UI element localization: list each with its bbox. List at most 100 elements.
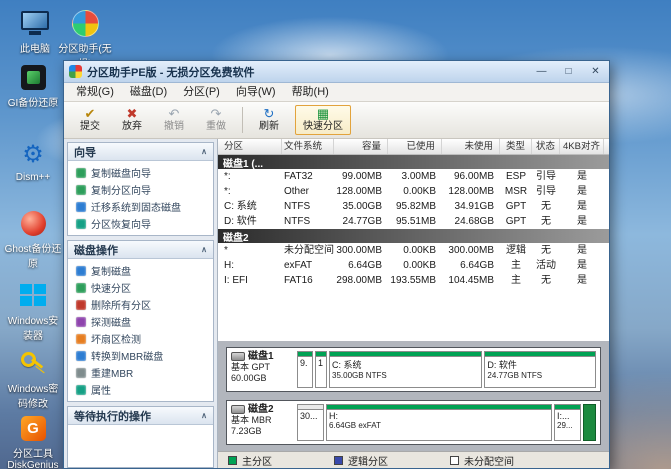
desktop-icon-ghost-backup[interactable]: Ghost备份还原 bbox=[4, 208, 62, 270]
item-icon bbox=[76, 201, 86, 212]
sidebar-item[interactable]: 坏扇区检测 bbox=[70, 330, 211, 347]
disk-kind: 基本 MBR bbox=[231, 415, 272, 425]
toolbar-button-label: 提交 bbox=[80, 121, 100, 132]
disk1-panel[interactable]: 磁盘1 基本 GPT 60.00GB 9. 1 C: 系统 35.00GB NT… bbox=[226, 347, 601, 392]
minimize-button[interactable]: — bbox=[528, 61, 555, 82]
table-row[interactable]: D: 软件 NTFS 24.77GB 95.51MB 24.68GB GPT 无… bbox=[218, 214, 609, 229]
hard-drive-icon bbox=[231, 352, 245, 361]
windows-logo-icon bbox=[18, 280, 48, 310]
desktop-icon-windows-installer[interactable]: Windows安装器 bbox=[4, 280, 62, 342]
table-row[interactable]: C: 系统 NTFS 35.00GB 95.82MB 34.91GB GPT 无… bbox=[218, 199, 609, 214]
item-icon bbox=[76, 167, 86, 178]
desktop-icon-label: Ghost备份还原 bbox=[4, 244, 62, 270]
partition-block[interactable]: 30... bbox=[297, 404, 324, 441]
menu-item[interactable]: 帮助(H) bbox=[284, 83, 337, 102]
diskgenius-icon: G bbox=[18, 413, 48, 443]
partition-block[interactable]: I:... 29... bbox=[554, 404, 581, 441]
table-row[interactable]: *: FAT32 99.00MB 3.00MB 96.00MB ESP 引导 是 bbox=[218, 169, 609, 184]
sidebar-section-pending: 等待执行的操作 ∧ bbox=[67, 406, 214, 468]
toolbar-separator bbox=[242, 107, 243, 133]
menu-item[interactable]: 常规(G) bbox=[68, 83, 122, 102]
disk-map: 磁盘1 基本 GPT 60.00GB 9. 1 C: 系统 35.00GB NT… bbox=[218, 341, 609, 451]
column-header[interactable]: 4KB对齐 bbox=[560, 139, 604, 154]
sidebar-item[interactable]: 复制磁盘 bbox=[70, 262, 211, 279]
refresh-button[interactable]: ↻ 刷新 bbox=[249, 107, 289, 133]
menu-item[interactable]: 向导(W) bbox=[228, 83, 284, 102]
backup-restore-icon bbox=[18, 62, 48, 92]
disk-name: 磁盘1 bbox=[248, 351, 274, 362]
legend-label: 未分配空间 bbox=[464, 456, 514, 468]
legend-swatch bbox=[228, 455, 237, 465]
desktop-icon-gi-backup[interactable]: GI备份还原 bbox=[4, 62, 62, 109]
item-icon bbox=[76, 265, 86, 276]
section-header-disk-ops[interactable]: 磁盘操作 ∧ bbox=[68, 241, 213, 259]
sidebar-section-disk-ops: 磁盘操作 ∧ 复制磁盘 快速分区 删除所有分区 探测磁盘 坏扇区检测 转换到MB… bbox=[67, 240, 214, 402]
table-row[interactable]: I: EFI FAT16 298.00MB 193.55MB 104.45MB … bbox=[218, 273, 609, 288]
partition-block[interactable]: D: 软件 24.77GB NTFS bbox=[484, 351, 596, 388]
sidebar-item[interactable]: 属性 bbox=[70, 381, 211, 398]
ghost-sphere-icon bbox=[18, 208, 48, 238]
item-icon bbox=[76, 316, 86, 327]
disk-group-row-2[interactable]: 磁盘2 bbox=[218, 229, 609, 244]
item-icon bbox=[76, 367, 86, 378]
partition-block[interactable]: 9. bbox=[297, 351, 313, 388]
app-window: 分区助手PE版 - 无损分区免费软件 — □ ✕ 常规(G) 磁盘(D) 分区(P)… bbox=[63, 60, 610, 469]
toolbar-button[interactable]: ✔ 提交 bbox=[70, 107, 110, 133]
close-button[interactable]: ✕ bbox=[582, 61, 609, 82]
disk2-panel[interactable]: 磁盘2 基本 MBR 7.23GB 30... H: 6.64GB exFAT … bbox=[226, 400, 601, 445]
column-header[interactable]: 类型 bbox=[500, 139, 532, 154]
window-title: 分区助手PE版 - 无损分区免费软件 bbox=[87, 66, 255, 79]
item-icon bbox=[76, 282, 86, 293]
sidebar-item[interactable]: 探测磁盘 bbox=[70, 313, 211, 330]
sidebar-item[interactable]: 快速分区 bbox=[70, 279, 211, 296]
desktop-icon-label: 分区工具DiskGenius bbox=[7, 449, 59, 469]
menu-item[interactable]: 磁盘(D) bbox=[122, 83, 175, 102]
partition-block[interactable] bbox=[583, 404, 596, 441]
maximize-button[interactable]: □ bbox=[555, 61, 582, 82]
disk-size: 7.23GB bbox=[231, 426, 262, 436]
toolbar-button-icon: ✖ bbox=[126, 106, 138, 121]
desktop-icon-diskgenius[interactable]: G 分区工具DiskGenius bbox=[4, 413, 62, 469]
toolbar-button[interactable]: ↶ 撤销 bbox=[154, 107, 194, 133]
toolbar-button[interactable]: ✖ 放弃 bbox=[112, 107, 152, 133]
sidebar-item[interactable]: 转换到MBR磁盘 bbox=[70, 347, 211, 364]
table-row[interactable]: H: exFAT 6.64GB 0.00KB 6.64GB 主 活动 是 bbox=[218, 258, 609, 273]
column-header[interactable]: 容量 bbox=[334, 139, 388, 154]
sidebar-item[interactable]: 分区恢复向导 bbox=[70, 215, 211, 232]
partition-block[interactable]: 1 bbox=[315, 351, 327, 388]
legend-swatch bbox=[450, 455, 459, 465]
sidebar-item[interactable]: 重建MBR bbox=[70, 364, 211, 381]
menu-bar: 常规(G) 磁盘(D) 分区(P) 向导(W) 帮助(H) bbox=[64, 83, 609, 102]
disk-size: 60.00GB bbox=[231, 373, 267, 383]
column-header[interactable]: 已使用 bbox=[388, 139, 442, 154]
menu-item[interactable]: 分区(P) bbox=[175, 83, 228, 102]
item-icon bbox=[76, 184, 86, 195]
toolbar-button[interactable]: ↷ 重做 bbox=[196, 107, 236, 133]
sidebar-item[interactable]: 删除所有分区 bbox=[70, 296, 211, 313]
section-header-pending[interactable]: 等待执行的操作 ∧ bbox=[68, 407, 213, 425]
key-icon bbox=[18, 348, 48, 378]
sidebar-item[interactable]: 迁移系统到固态磁盘 bbox=[70, 198, 211, 215]
column-header[interactable]: 分区 bbox=[218, 139, 282, 154]
column-header[interactable]: 文件系统 bbox=[282, 139, 334, 154]
section-header-wizards[interactable]: 向导 ∧ bbox=[68, 143, 213, 161]
column-header[interactable]: 未使用 bbox=[442, 139, 500, 154]
partition-block[interactable]: H: 6.64GB exFAT bbox=[326, 404, 552, 441]
column-header[interactable]: 状态 bbox=[532, 139, 560, 154]
desktop-icon-dism[interactable]: ⚙ Dism++ bbox=[4, 140, 62, 184]
sidebar-item[interactable]: 复制磁盘向导 bbox=[70, 164, 211, 181]
desktop-icon-label: Windows密码修改 bbox=[7, 384, 59, 410]
legend: 主分区 逻辑分区 未分配空间 bbox=[218, 451, 609, 468]
desktop-icon-label: GI备份还原 bbox=[7, 98, 59, 109]
quick-partition-button[interactable]: ▦ 快速分区 bbox=[295, 105, 351, 135]
table-row[interactable]: * 未分配空间 300.00MB 0.00KB 300.00MB 逻辑 无 是 bbox=[218, 243, 609, 258]
hard-drive-icon bbox=[231, 405, 245, 414]
disk-group-row-1[interactable]: 磁盘1 (... bbox=[218, 155, 609, 170]
desktop-icon-windows-password[interactable]: Windows密码修改 bbox=[4, 348, 62, 410]
sidebar-section-wizards: 向导 ∧ 复制磁盘向导 复制分区向导 迁移系统到固态磁盘 分区恢复向导 bbox=[67, 142, 214, 236]
sidebar-item[interactable]: 复制分区向导 bbox=[70, 181, 211, 198]
table-row[interactable]: *: Other 128.00MB 0.00KB 128.00MB MSR 引导… bbox=[218, 184, 609, 199]
partition-pie-icon bbox=[70, 8, 100, 38]
titlebar[interactable]: 分区助手PE版 - 无损分区免费软件 — □ ✕ bbox=[64, 61, 609, 83]
partition-block[interactable]: C: 系统 35.00GB NTFS bbox=[329, 351, 483, 388]
